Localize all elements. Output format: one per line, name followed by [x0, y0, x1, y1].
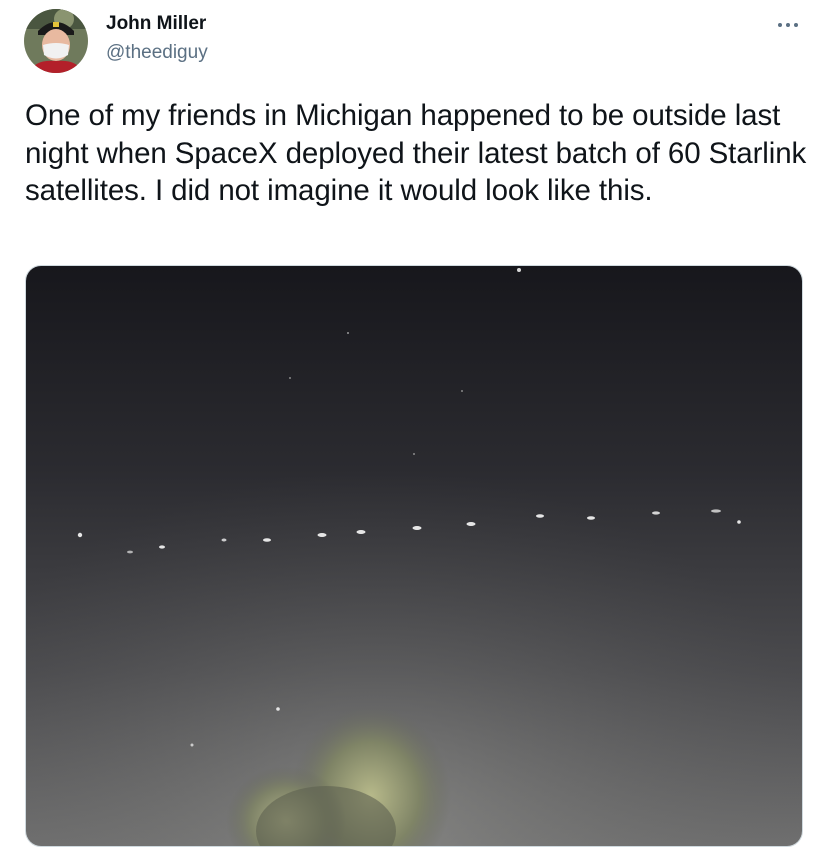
- author-avatar[interactable]: [24, 9, 88, 73]
- more-options-button[interactable]: [770, 10, 806, 38]
- tweet-photo[interactable]: [25, 265, 803, 847]
- tweet-text: One of my friends in Michigan happened t…: [25, 99, 807, 208]
- more-horizontal-icon: [777, 15, 799, 33]
- author-name[interactable]: John Miller: [106, 13, 206, 35]
- author-handle[interactable]: @theediguy: [106, 42, 208, 64]
- night-sky-image: [26, 266, 802, 846]
